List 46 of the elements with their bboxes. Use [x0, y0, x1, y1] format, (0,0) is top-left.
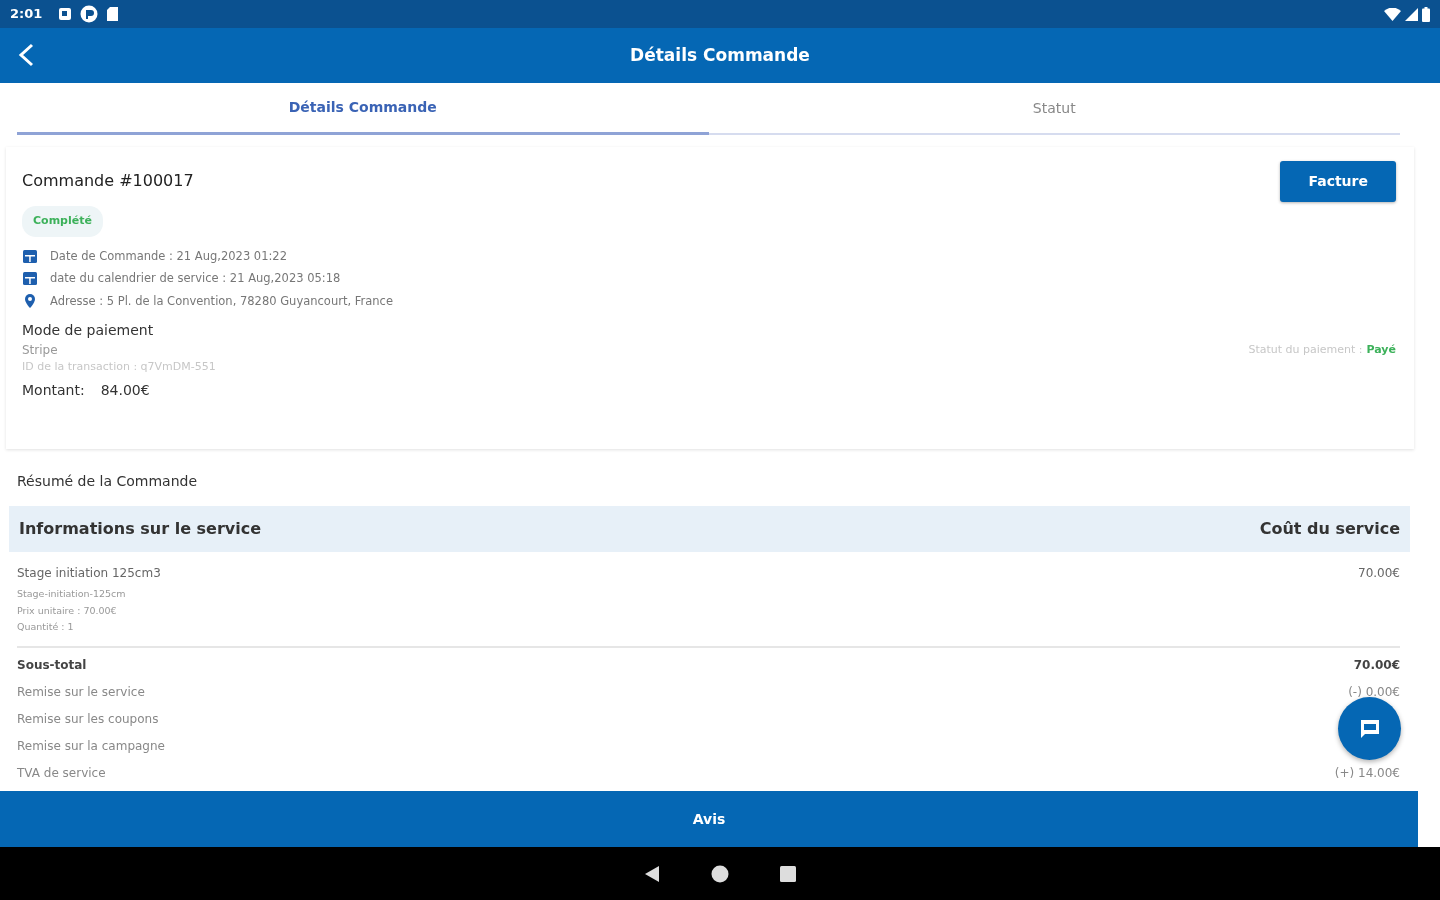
total-value: (-) 0.00€: [1348, 683, 1400, 701]
detail-text: Adresse : 5 Pl. de la Convention, 78280 Guyancourt, France: [50, 292, 393, 310]
order-title: Commande #100017: [22, 170, 194, 192]
total-label: Remise sur le service: [17, 683, 145, 701]
column-header: Informations sur le service: [19, 518, 262, 540]
payment-method: Stripe: [22, 342, 58, 359]
detail-text: date du calendrier de service : 21 Aug,2023 05:18: [50, 270, 341, 287]
column-header: Coût du service: [1259, 518, 1400, 540]
amount-label: Montant:: [22, 380, 85, 400]
battery-icon: [1422, 6, 1430, 22]
payment-status-value: Payé: [1366, 341, 1396, 358]
quantity: Quantité : 1: [17, 620, 75, 634]
status-time: 2:01: [10, 5, 43, 24]
recents-nav-icon[interactable]: [778, 863, 798, 884]
invoice-button[interactable]: Facture: [1280, 161, 1396, 202]
total-label: Remise sur les coupons: [17, 710, 159, 728]
screen-title: Détails Commande: [630, 43, 810, 67]
signal-icon: [1405, 7, 1418, 21]
item-name: Stage initiation 125cm3: [17, 565, 161, 582]
total-label: Remise sur la campagne: [17, 737, 165, 755]
status-badge: Complété: [22, 206, 103, 237]
wifi-icon: [1384, 7, 1401, 21]
amount-value: 84.00€: [100, 380, 150, 400]
total-label: TVA de service: [17, 764, 106, 782]
total-label: Sous-total: [17, 656, 87, 674]
calendar-icon: [22, 247, 38, 264]
tab[interactable]: Détails Commande: [17, 83, 709, 135]
calendar-icon: [22, 270, 38, 287]
sd-card-icon: [106, 6, 120, 22]
transaction-id: ID de la transaction : q7VmDM-551: [22, 359, 217, 375]
detail-text: Date de Commande : 21 Aug,2023 01:22: [50, 247, 287, 265]
section-heading: Mode de paiement: [22, 321, 155, 340]
back-icon[interactable]: [16, 42, 36, 68]
tab[interactable]: Statut: [708, 83, 1400, 135]
notification-icon: [58, 7, 73, 21]
total-value: 70.00€: [1353, 656, 1400, 674]
unit-price: Prix unitaire : 70.00€: [17, 603, 118, 618]
section-heading: Résumé de la Commande: [17, 472, 199, 491]
home-nav-icon[interactable]: [710, 863, 730, 884]
item-slug: Stage-initiation-125cm: [17, 587, 127, 601]
item-cost: 70.00€: [1358, 565, 1400, 582]
chat-button[interactable]: [1338, 697, 1401, 760]
location-pin-icon: [22, 292, 38, 309]
review-button[interactable]: Avis: [0, 791, 1418, 847]
total-value: (+) 14.00€: [1334, 764, 1400, 782]
notification-icon: [80, 5, 99, 23]
